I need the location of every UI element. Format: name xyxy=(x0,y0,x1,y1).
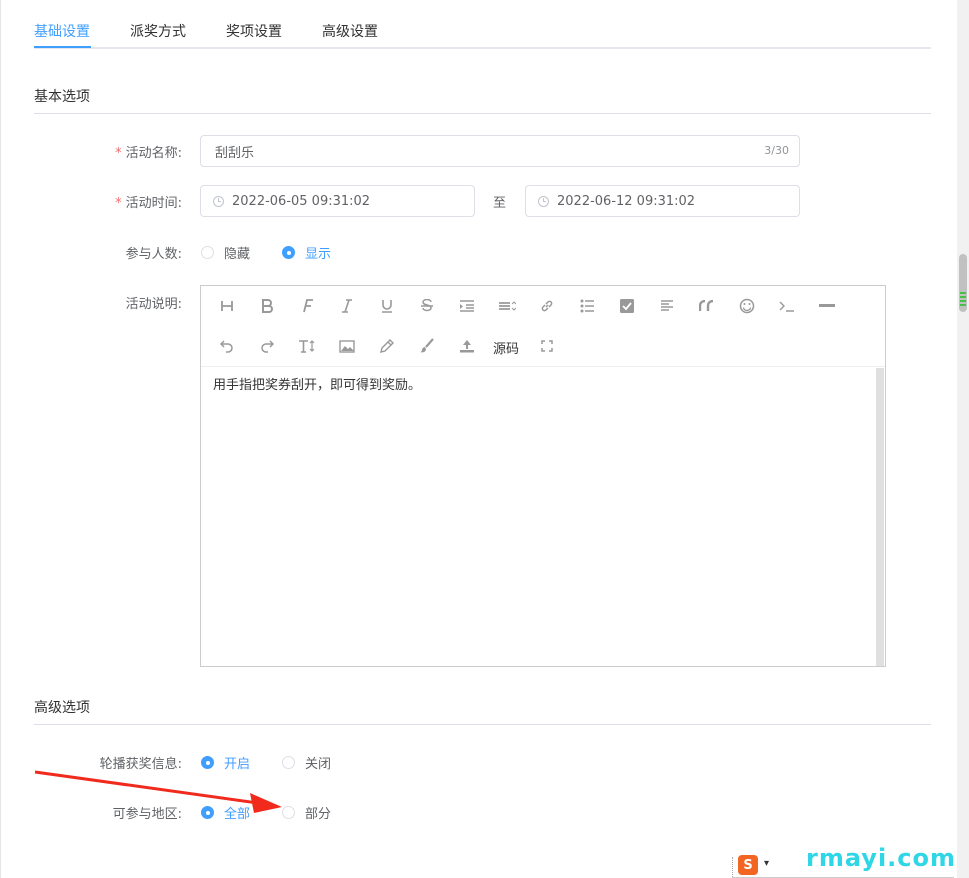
source-code-button[interactable]: 源码 xyxy=(493,338,519,357)
clock-icon xyxy=(538,195,549,207)
divider-icon[interactable] xyxy=(815,294,839,318)
activity-name-label: * 活动名称: xyxy=(115,142,182,161)
list-icon[interactable] xyxy=(575,294,599,318)
emoticon-icon[interactable] xyxy=(735,294,759,318)
tab-advanced-settings[interactable]: 高级设置 xyxy=(322,21,378,41)
radio-label: 部分 xyxy=(305,807,332,822)
required-mark: * xyxy=(115,146,122,161)
line-height-icon[interactable] xyxy=(495,294,519,318)
advanced-section-title: 高级选项 xyxy=(34,700,90,716)
pen-icon[interactable] xyxy=(375,334,399,358)
annotation-arrow xyxy=(34,770,282,813)
activity-name-input[interactable]: 刮刮乐 3/30 xyxy=(200,135,800,167)
code-icon[interactable] xyxy=(775,294,799,318)
font-icon[interactable] xyxy=(295,294,319,318)
activity-time-label: * 活动时间: xyxy=(115,192,182,211)
activity-name-value: 刮刮乐 xyxy=(215,145,255,161)
justify-icon[interactable] xyxy=(655,294,679,318)
editor-toolbar: 源码 xyxy=(201,286,885,367)
radio-circle xyxy=(201,246,214,259)
quote-icon[interactable] xyxy=(695,294,719,318)
char-counter: 3/30 xyxy=(764,144,789,157)
todo-icon[interactable] xyxy=(615,294,639,318)
radio-label: 隐藏 xyxy=(224,247,251,262)
radio-label: 关闭 xyxy=(305,757,332,772)
editor-content[interactable]: 用手指把奖券刮开，即可得到奖励。 xyxy=(213,374,421,393)
brush-icon[interactable] xyxy=(415,334,439,358)
end-time-value: 2022-06-12 09:31:02 xyxy=(557,193,696,209)
activity-time-label-text: 活动时间: xyxy=(125,196,182,211)
ime-caret-icon[interactable]: ▾ xyxy=(764,858,769,869)
rich-text-editor: 源码 用手指把奖券刮开，即可得到奖励。 xyxy=(200,285,886,667)
tab-basic-settings[interactable]: 基础设置 xyxy=(34,21,90,41)
clock-icon xyxy=(213,195,224,207)
indent-icon[interactable] xyxy=(455,294,479,318)
page-scrollbar[interactable] xyxy=(957,0,969,878)
fullscreen-icon[interactable] xyxy=(535,334,559,358)
activity-name-label-text: 活动名称: xyxy=(125,146,182,161)
participants-show-radio[interactable]: 显示 xyxy=(282,243,331,262)
section-divider xyxy=(34,724,931,725)
taskbar-divider xyxy=(732,857,733,877)
section-divider xyxy=(34,113,931,114)
italic-icon[interactable] xyxy=(335,294,359,318)
settings-tabs: 基础设置 派奖方式 奖项设置 高级设置 xyxy=(34,0,931,49)
description-label: 活动说明: xyxy=(125,297,182,312)
redo-icon[interactable] xyxy=(255,334,279,358)
link-icon[interactable] xyxy=(535,294,559,318)
basic-section-title: 基本选项 xyxy=(34,89,90,105)
underline-icon[interactable] xyxy=(375,294,399,318)
font-size-icon[interactable] xyxy=(295,334,319,358)
active-tab-indicator xyxy=(34,46,91,48)
time-range-separator: 至 xyxy=(493,196,507,211)
radio-label: 显示 xyxy=(305,247,332,262)
participants-label: 参与人数: xyxy=(125,247,182,262)
start-time-picker[interactable]: 2022-06-05 09:31:02 xyxy=(200,185,475,217)
required-mark: * xyxy=(115,196,122,211)
editor-scrollbar[interactable] xyxy=(876,368,884,666)
radio-circle xyxy=(282,246,295,259)
upload-icon[interactable] xyxy=(455,334,479,358)
image-icon[interactable] xyxy=(335,334,359,358)
strikethrough-icon[interactable] xyxy=(415,294,439,318)
scrollbar-grip-icon xyxy=(960,292,966,308)
undo-icon[interactable] xyxy=(215,334,239,358)
tab-award-method[interactable]: 派奖方式 xyxy=(130,21,186,41)
start-time-value: 2022-06-05 09:31:02 xyxy=(232,193,371,209)
heading-icon[interactable] xyxy=(215,294,239,318)
ime-logo-icon[interactable]: S xyxy=(738,855,758,875)
end-time-picker[interactable]: 2022-06-12 09:31:02 xyxy=(525,185,800,217)
watermark: rmayi.com xyxy=(806,844,957,872)
tab-prize-settings[interactable]: 奖项设置 xyxy=(226,21,282,41)
bold-icon[interactable] xyxy=(255,294,279,318)
participants-hide-radio[interactable]: 隐藏 xyxy=(201,243,250,262)
